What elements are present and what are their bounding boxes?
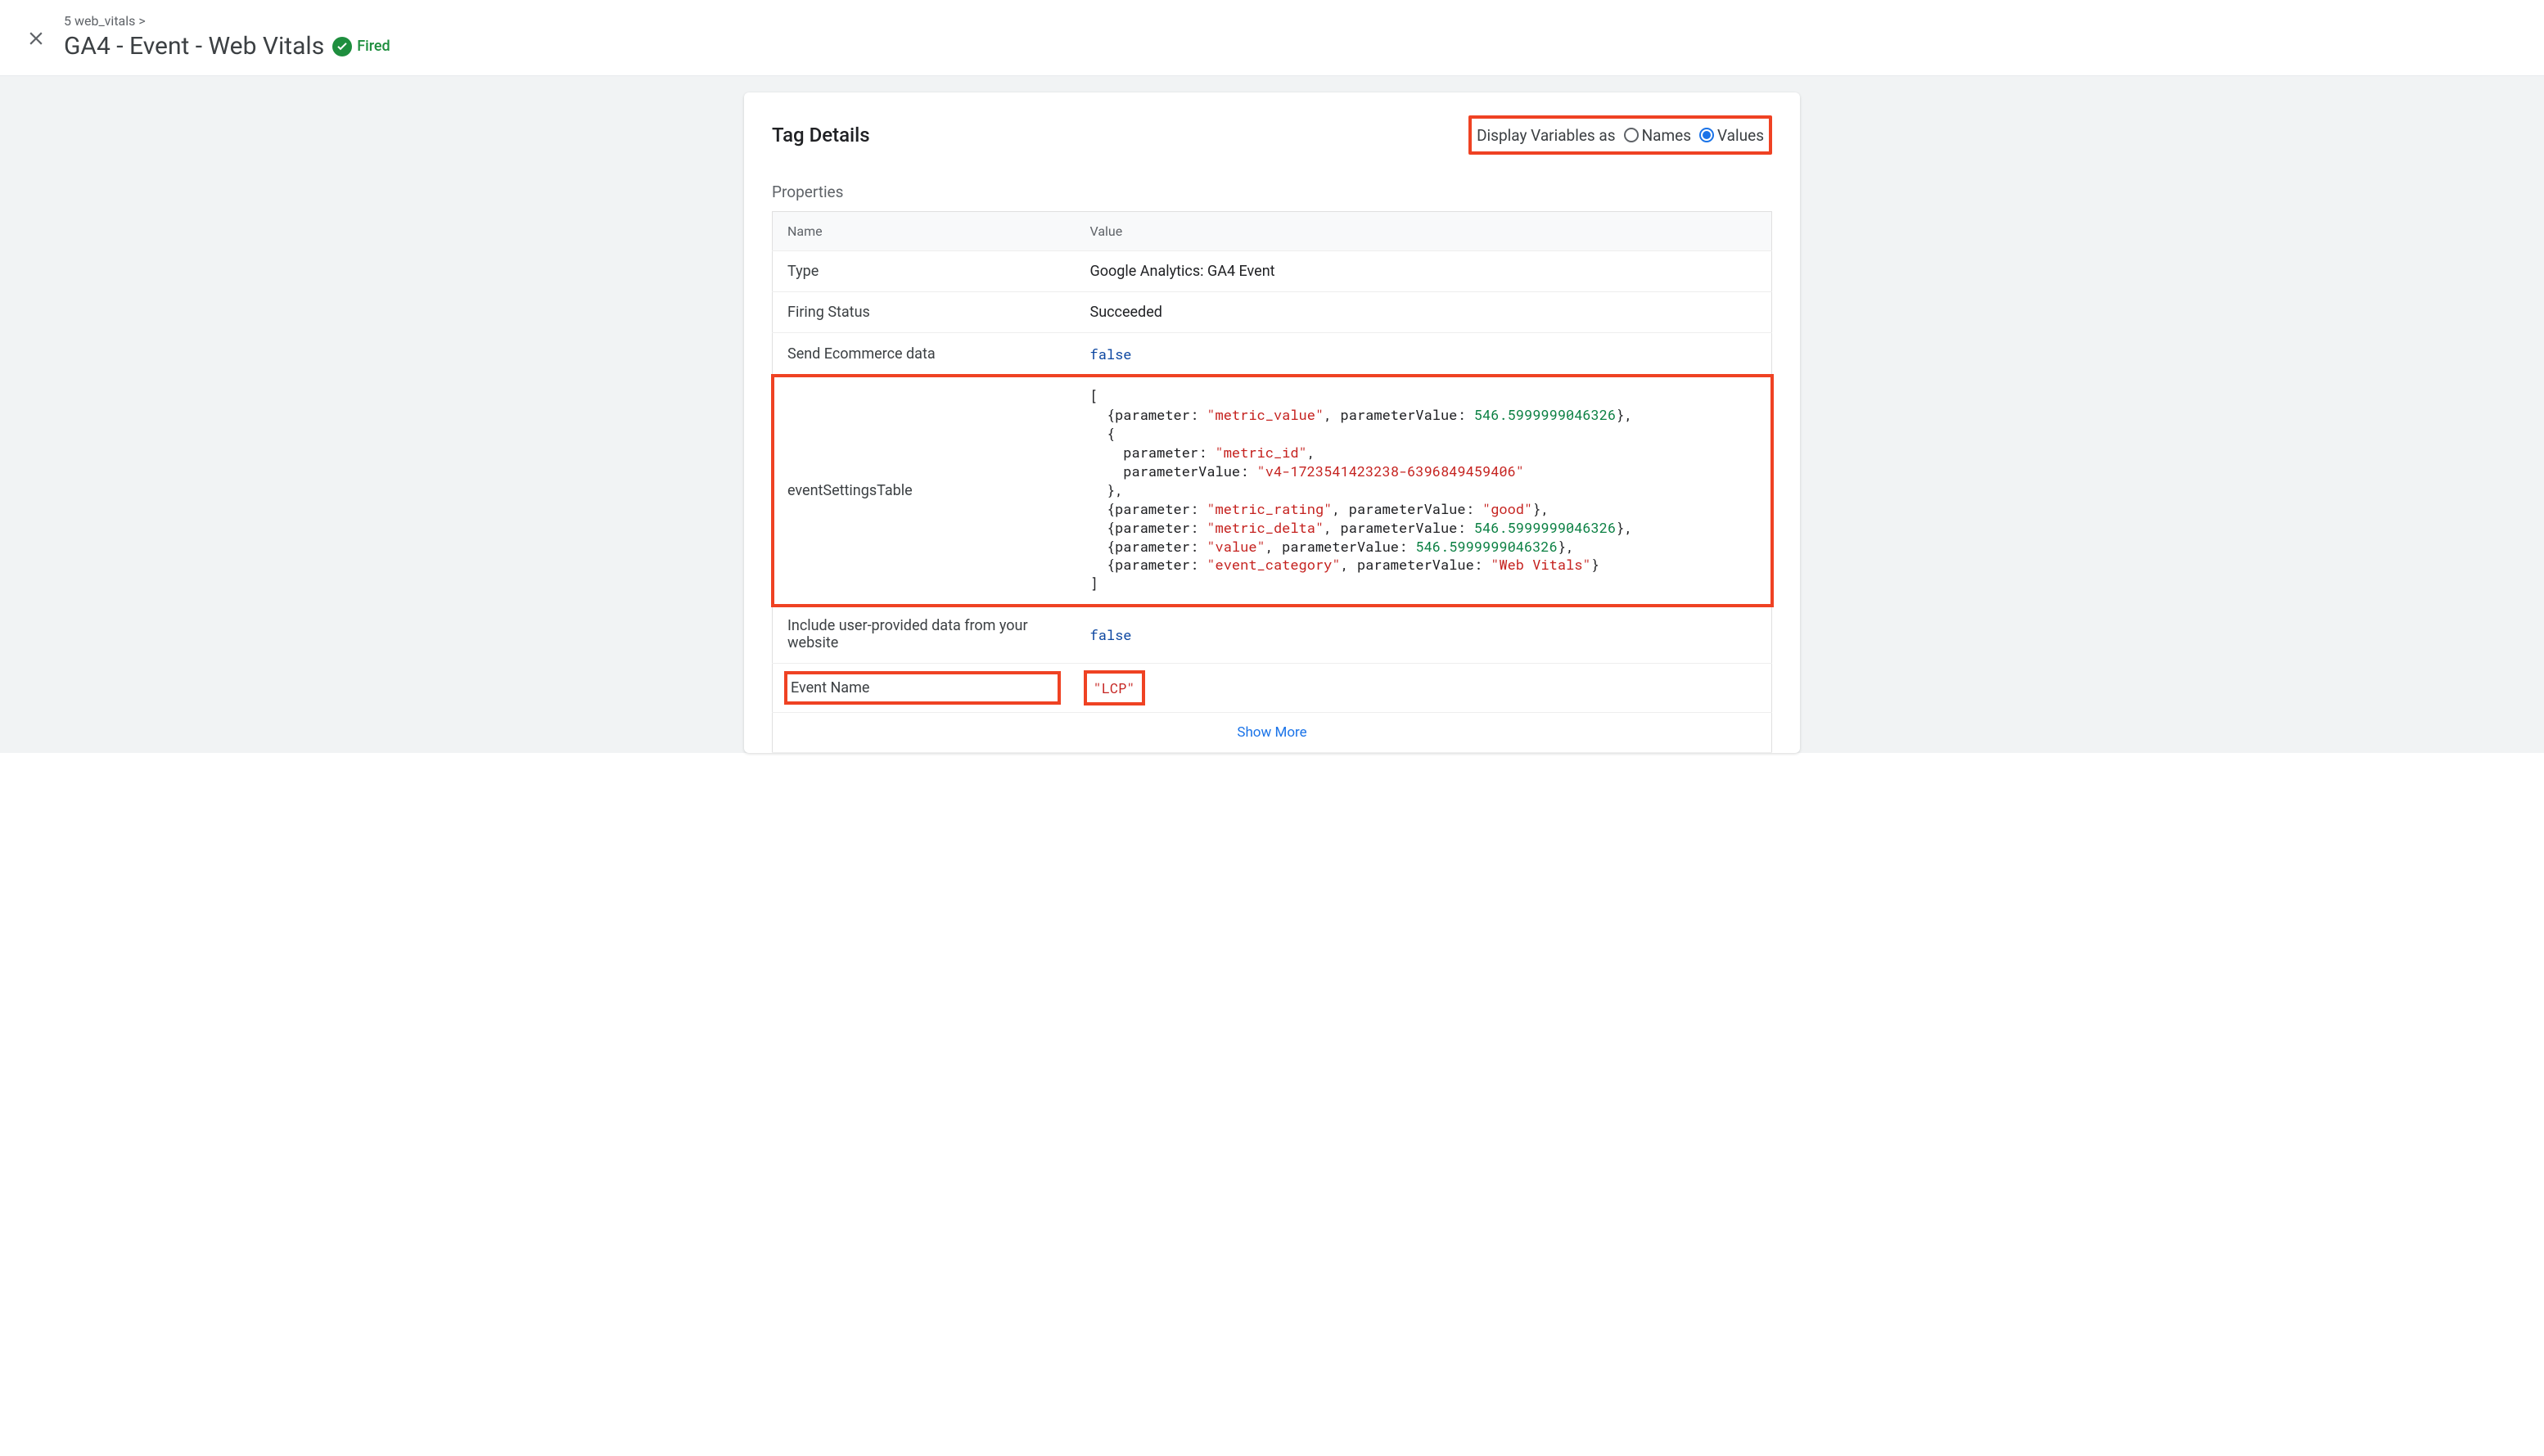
display-variables-label: Display Variables as [1477,126,1616,145]
row-type: Type Google Analytics: GA4 Event [773,251,1772,292]
section-properties-label: Properties [772,183,1772,201]
show-more-button[interactable]: Show More [773,713,1772,753]
page-title: GA4 - Event - Web Vitals [64,32,324,61]
radio-values[interactable]: Values [1699,126,1764,145]
row-send-ecommerce: Send Ecommerce data false [773,333,1772,376]
close-button[interactable] [16,28,56,49]
row-event-settings-table: eventSettingsTable [ {parameter: "metric… [773,376,1772,606]
cell-name: Include user-provided data from your web… [773,606,1076,664]
cell-value: "LCP" [1076,664,1772,713]
cell-value: [ {parameter: "metric_value", parameterV… [1076,376,1772,606]
row-event-name: Event Name "LCP" [773,664,1772,713]
radio-names[interactable]: Names [1624,126,1691,145]
properties-table: Name Value Type Google Analytics: GA4 Ev… [772,211,1772,753]
event-settings-code: [ {parameter: "metric_value", parameterV… [1090,387,1757,593]
col-value: Value [1076,212,1772,251]
radio-icon [1624,128,1639,142]
cell-value: Google Analytics: GA4 Event [1076,251,1772,292]
row-include-user-data: Include user-provided data from your web… [773,606,1772,664]
check-circle-icon [332,37,352,56]
radio-icon [1699,128,1714,142]
radio-names-label: Names [1642,126,1691,145]
cell-name: Type [773,251,1076,292]
fired-badge: Fired [332,37,390,56]
cell-value: false [1076,333,1772,376]
tag-details-panel: Tag Details Display Variables as Names V… [744,92,1800,753]
radio-values-label: Values [1717,126,1764,145]
display-variables-toggle: Display Variables as Names Values [1468,115,1772,155]
cell-value: Succeeded [1076,292,1772,333]
col-name: Name [773,212,1076,251]
row-firing-status: Firing Status Succeeded [773,292,1772,333]
cell-name: Event Name [773,664,1076,713]
cell-name: Firing Status [773,292,1076,333]
breadcrumb[interactable]: 5 web_vitals > [64,13,390,29]
cell-name: Send Ecommerce data [773,333,1076,376]
close-icon [25,28,47,49]
cell-name: eventSettingsTable [773,376,1076,606]
fired-label: Fired [357,38,390,55]
cell-value: false [1076,606,1772,664]
panel-title: Tag Details [772,124,870,147]
show-more-label: Show More [773,713,1772,753]
